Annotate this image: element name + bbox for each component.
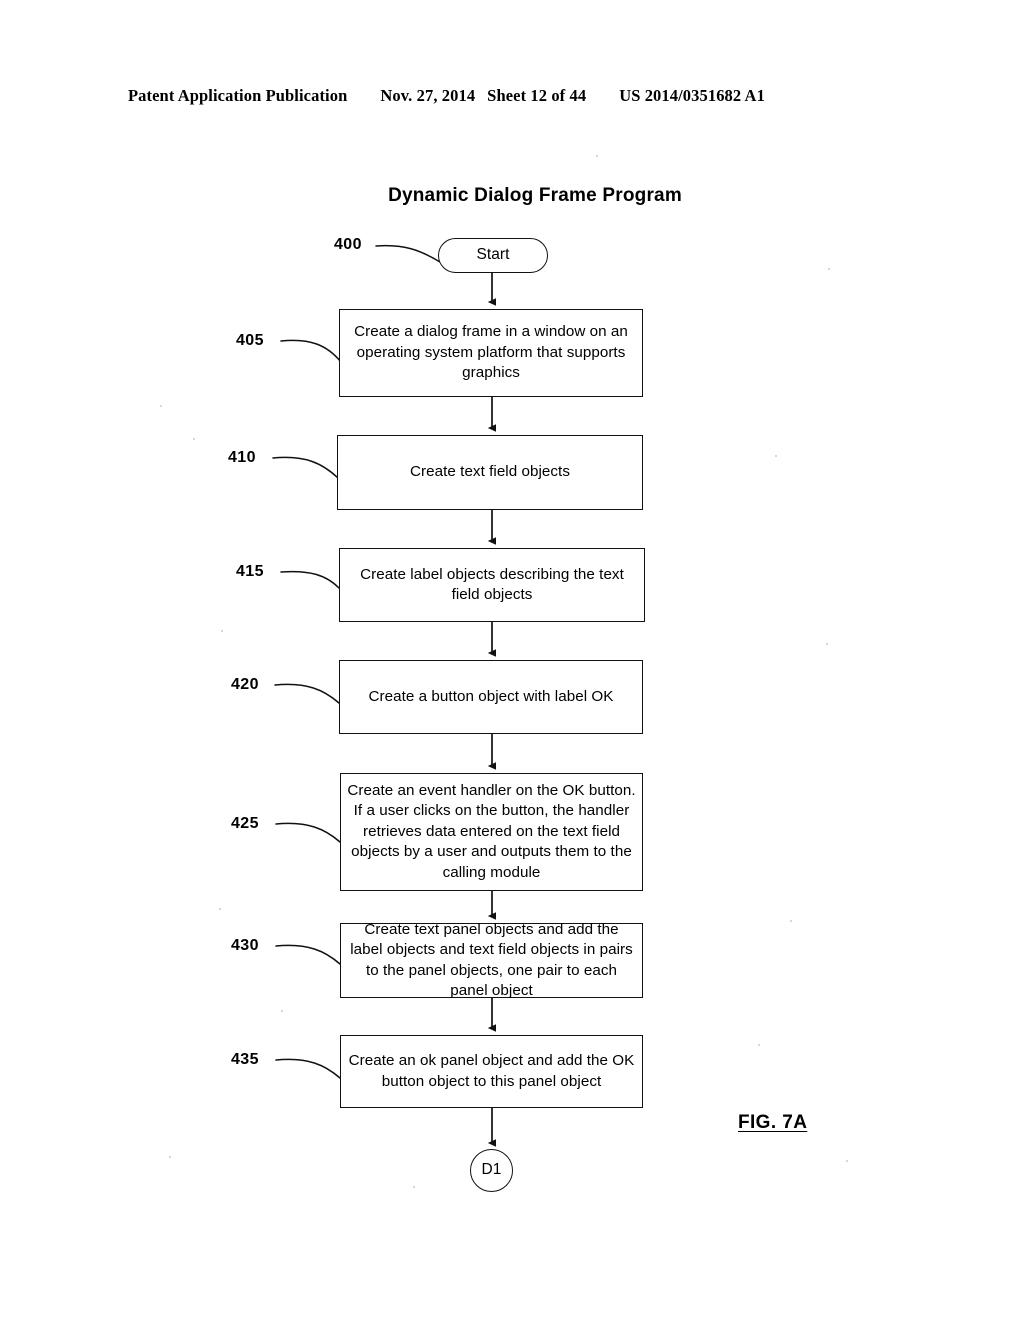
flow-node-420-label: Create a button object with label OK bbox=[368, 687, 614, 705]
scan-speckle bbox=[169, 1156, 171, 1158]
scan-speckle bbox=[775, 455, 777, 457]
flow-node-405-label: Create a dialog frame in a window on an … bbox=[354, 323, 628, 382]
ref-label-435: 435 bbox=[231, 1051, 259, 1068]
scan-speckle bbox=[846, 1160, 848, 1162]
flow-node-430[interactable]: Create text panel objects and add the la… bbox=[340, 921, 643, 999]
ref-label-400: 400 bbox=[334, 236, 362, 253]
ref-label-420: 420 bbox=[231, 676, 259, 693]
figure-caption: FIG. 7A bbox=[738, 1112, 808, 1133]
flow-node-420[interactable]: Create a button object with label OK bbox=[339, 660, 643, 734]
scan-speckle bbox=[219, 908, 221, 910]
flow-node-start[interactable]: Start bbox=[438, 238, 548, 273]
scan-speckle bbox=[790, 920, 792, 922]
flow-node-410[interactable]: Create text field objects bbox=[337, 435, 643, 510]
ref-label-430: 430 bbox=[231, 937, 259, 954]
flow-node-410-label: Create text field objects bbox=[410, 463, 570, 481]
scan-speckle bbox=[758, 1044, 760, 1046]
flow-node-connector-d1[interactable]: D1 bbox=[470, 1149, 513, 1192]
leader-line-430 bbox=[275, 944, 341, 965]
scan-speckle bbox=[828, 268, 830, 270]
leader-line-400 bbox=[375, 244, 441, 263]
leader-line-410 bbox=[272, 456, 339, 479]
flow-node-415-label: Create label objects describing the text… bbox=[360, 565, 624, 604]
flow-node-415[interactable]: Create label objects describing the text… bbox=[339, 548, 645, 622]
leader-line-420 bbox=[274, 683, 340, 704]
ref-label-425: 425 bbox=[231, 815, 259, 832]
scan-speckle bbox=[193, 438, 195, 440]
leader-line-435 bbox=[275, 1058, 341, 1079]
leader-line-425 bbox=[275, 822, 341, 843]
flow-node-start-label: Start bbox=[476, 246, 510, 264]
scan-speckle bbox=[596, 155, 598, 157]
flow-node-430-label: Create text panel objects and add the la… bbox=[350, 920, 633, 1000]
leader-line-405 bbox=[280, 339, 342, 363]
ref-label-405: 405 bbox=[236, 332, 264, 349]
flow-node-405[interactable]: Create a dialog frame in a window on an … bbox=[339, 309, 643, 397]
flow-node-435[interactable]: Create an ok panel object and add the OK… bbox=[340, 1035, 643, 1108]
ref-label-415: 415 bbox=[236, 563, 264, 580]
scan-speckle bbox=[281, 1010, 283, 1012]
leader-line-415 bbox=[280, 570, 340, 589]
flow-node-435-label: Create an ok panel object and add the OK… bbox=[348, 1052, 635, 1090]
scan-speckle bbox=[413, 1186, 415, 1188]
ref-label-410: 410 bbox=[228, 449, 256, 466]
scan-speckle bbox=[221, 630, 223, 632]
flow-node-425-label: Create an event handler on the OK button… bbox=[347, 781, 636, 881]
scan-speckle bbox=[160, 405, 162, 407]
flow-node-d1-label: D1 bbox=[481, 1161, 502, 1179]
flow-node-425[interactable]: Create an event handler on the OK button… bbox=[340, 773, 643, 891]
scan-speckle bbox=[826, 643, 828, 645]
